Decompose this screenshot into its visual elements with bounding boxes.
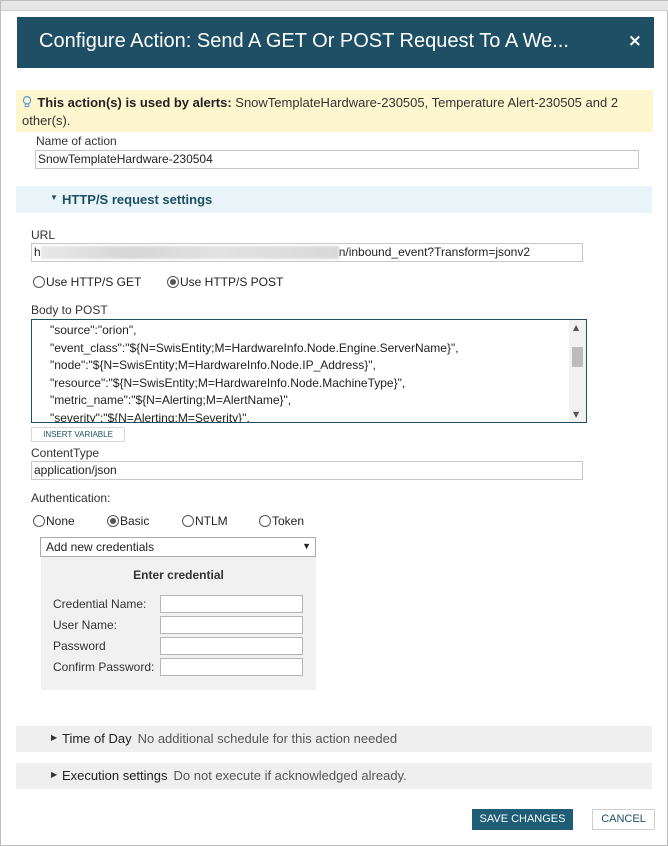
auth-none-label: None bbox=[46, 514, 75, 528]
dialog-title: Configure Action: Send A GET Or POST Req… bbox=[39, 30, 569, 52]
caret-right-icon: ▶ bbox=[51, 770, 58, 779]
content-type-label: ContentType bbox=[31, 446, 100, 460]
body-line: "severity":"${N=Alerting;M=Severity}", bbox=[50, 410, 250, 423]
authentication-label: Authentication: bbox=[31, 491, 111, 505]
http-settings-title: HTTP/S request settings bbox=[62, 192, 213, 207]
body-line: "metric_name":"${N=Alerting;M=AlertName}… bbox=[50, 393, 292, 407]
configure-action-dialog: Configure Action: Send A GET Or POST Req… bbox=[0, 0, 668, 846]
url-prefix: h bbox=[34, 245, 41, 259]
name-of-action-input[interactable]: SnowTemplateHardware-230504 bbox=[35, 150, 639, 169]
body-line: "resource":"${N=SwisEntity;M=HardwareInf… bbox=[50, 375, 406, 390]
http-get-label: Use HTTP/S GET bbox=[46, 275, 142, 289]
url-suffix: n/inbound_event?Transform=jsonv2 bbox=[338, 245, 531, 259]
credentials-select[interactable]: Add new credentials ▼ bbox=[40, 537, 316, 557]
background-page-strip bbox=[1, 1, 668, 11]
credential-panel-title: Enter credential bbox=[133, 568, 224, 582]
auth-none-radio[interactable] bbox=[33, 515, 45, 527]
body-lines: "source":"orion", "event_class":"${N=Swis… bbox=[50, 322, 459, 423]
credential-name-input[interactable] bbox=[160, 595, 303, 613]
body-to-post-textarea[interactable]: "source":"orion", "event_class":"${N=Swis… bbox=[31, 319, 587, 423]
confirm-password-input[interactable] bbox=[160, 658, 303, 676]
execution-desc: Do not execute if acknowledged already. bbox=[173, 768, 407, 783]
credential-name-label: Credential Name: bbox=[53, 597, 147, 611]
execution-title-text: Execution settings bbox=[62, 768, 168, 783]
auth-option-ntlm[interactable]: NTLM bbox=[182, 514, 228, 528]
alert-usage-note: This action(s) is used by alerts: SnowTe… bbox=[16, 90, 653, 132]
confirm-password-label: Confirm Password: bbox=[53, 660, 155, 674]
body-scrollbar[interactable]: ▲ ▼ bbox=[569, 320, 586, 422]
auth-basic-label: Basic bbox=[120, 514, 150, 528]
cancel-button[interactable]: CANCEL bbox=[592, 809, 655, 830]
body-line: "node":"${N=SwisEntity;M=HardwareInfo.No… bbox=[50, 358, 376, 372]
http-post-option[interactable]: Use HTTP/S POST bbox=[167, 275, 283, 289]
auth-token-radio[interactable] bbox=[259, 515, 271, 527]
scroll-down-icon[interactable]: ▼ bbox=[573, 410, 579, 419]
name-of-action-label: Name of action bbox=[36, 134, 117, 148]
auth-option-basic[interactable]: Basic bbox=[107, 514, 149, 528]
caret-right-icon: ▶ bbox=[51, 733, 58, 742]
http-post-radio[interactable] bbox=[167, 276, 179, 288]
time-of-day-section[interactable]: ▶ Time of Day No additional schedule for … bbox=[16, 726, 652, 752]
scroll-thumb[interactable] bbox=[572, 347, 583, 367]
http-get-radio[interactable] bbox=[33, 276, 45, 288]
auth-option-none[interactable]: None bbox=[33, 514, 75, 528]
time-of-day-desc: No additional schedule for this action n… bbox=[137, 731, 398, 746]
user-name-input[interactable] bbox=[160, 616, 303, 634]
auth-basic-radio[interactable] bbox=[107, 515, 119, 527]
http-get-option[interactable]: Use HTTP/S GET bbox=[33, 275, 141, 289]
credential-panel: Enter credential Credential Name: User N… bbox=[41, 557, 316, 690]
url-label: URL bbox=[31, 228, 56, 242]
time-of-day-title: Time of Day No additional schedule for th… bbox=[62, 731, 397, 746]
dialog-titlebar: Configure Action: Send A GET Or POST Req… bbox=[17, 17, 654, 68]
auth-token-label: Token bbox=[272, 514, 305, 528]
save-changes-button[interactable]: SAVE CHANGES bbox=[472, 809, 573, 830]
http-settings-section-header[interactable]: ▼ HTTP/S request settings bbox=[16, 186, 652, 213]
execution-settings-title: Execution settings Do not execute if ackn… bbox=[62, 768, 407, 783]
alert-note-heading: This action(s) is used by alerts: bbox=[37, 95, 232, 110]
caret-down-icon: ▼ bbox=[50, 193, 58, 202]
body-line: "event_class":"${N=SwisEntity;M=Hardware… bbox=[50, 340, 459, 355]
time-of-day-title-text: Time of Day bbox=[62, 731, 132, 746]
password-input[interactable] bbox=[160, 637, 303, 655]
execution-settings-section[interactable]: ▶ Execution settings Do not execute if ac… bbox=[16, 763, 652, 789]
url-redacted-segment bbox=[40, 246, 339, 260]
user-name-label: User Name: bbox=[53, 618, 118, 632]
close-icon[interactable]: × bbox=[628, 31, 642, 51]
content-type-input[interactable]: application/json bbox=[31, 461, 583, 480]
password-label: Password bbox=[53, 639, 106, 653]
auth-ntlm-label: NTLM bbox=[195, 514, 228, 528]
credentials-select-value: Add new credentials bbox=[46, 540, 155, 554]
auth-option-token[interactable]: Token bbox=[259, 514, 304, 528]
scroll-up-icon[interactable]: ▲ bbox=[573, 323, 579, 332]
insert-variable-button[interactable]: INSERT VARIABLE bbox=[31, 427, 125, 442]
url-input[interactable]: h n/inbound_event?Transform=jsonv2 bbox=[31, 243, 583, 262]
chevron-down-icon: ▼ bbox=[302, 541, 311, 551]
body-to-post-label: Body to POST bbox=[31, 303, 108, 317]
auth-ntlm-radio[interactable] bbox=[182, 515, 194, 527]
lightbulb-icon bbox=[22, 95, 35, 110]
http-post-label: Use HTTP/S POST bbox=[180, 275, 284, 289]
body-line: "source":"orion", bbox=[50, 323, 137, 337]
